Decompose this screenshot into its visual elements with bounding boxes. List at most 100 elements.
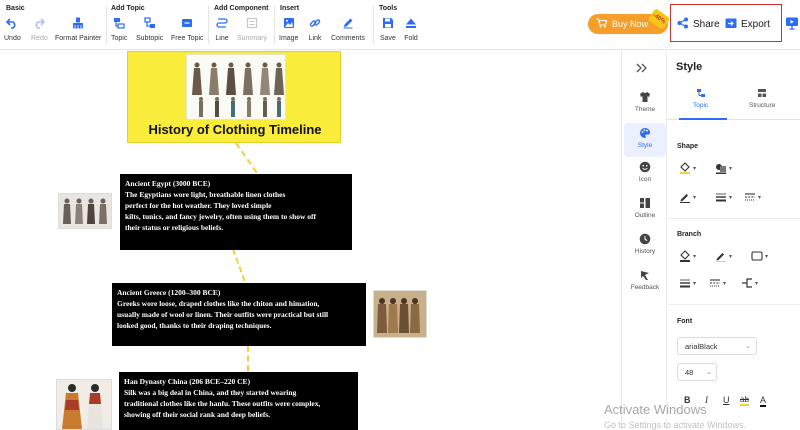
buy-now-button[interactable]: Buy Now -40% xyxy=(588,8,671,34)
branch-weight-dropdown[interactable]: ▾ xyxy=(679,277,696,289)
topic-node-han-china[interactable]: Han Dynasty China (206 BCE–220 CE) Silk … xyxy=(119,372,358,430)
line-dash-icon xyxy=(710,279,720,287)
branch-shape-dropdown[interactable]: ▾ xyxy=(751,250,768,262)
image-button[interactable]: Image xyxy=(279,16,298,48)
caret-down-icon: ▾ xyxy=(729,194,733,201)
topic-icon xyxy=(112,16,126,30)
fold-label: Fold xyxy=(404,35,418,42)
topic-label: Topic xyxy=(111,35,128,42)
central-topic[interactable]: History of Clothing Timeline xyxy=(127,51,341,143)
topic-node-egypt[interactable]: Ancient Egypt (3000 BCE) The Egyptians w… xyxy=(120,174,352,250)
rail-item-history[interactable]: History xyxy=(624,233,666,267)
panel-title: Style xyxy=(676,61,703,73)
connector-style-icon xyxy=(742,278,752,288)
topic-text-line: their status or religious beliefs. xyxy=(125,223,224,232)
border-weight-dropdown[interactable]: ▾ xyxy=(715,191,732,203)
topic-image-egypt[interactable] xyxy=(58,193,112,229)
export-label: Export xyxy=(741,19,770,30)
toolbar: Basic Undo Redo Format Painter Add Topic… xyxy=(0,0,800,50)
link-button[interactable]: Link xyxy=(308,16,322,48)
rail-item-label: Theme xyxy=(634,106,656,113)
presentation-icon xyxy=(786,17,798,30)
caret-down-icon: ▾ xyxy=(693,165,697,172)
group-title-tools: Tools xyxy=(379,5,398,12)
topic-image-han-china[interactable] xyxy=(56,379,112,430)
line-button[interactable]: Line xyxy=(215,16,229,48)
link-label: Link xyxy=(308,35,322,42)
toolbar-divider xyxy=(274,6,275,44)
font-color-button[interactable]: A xyxy=(760,395,767,407)
branch-line-color-dropdown[interactable]: ▾ xyxy=(715,250,732,262)
branch-dash-dropdown[interactable]: ▾ xyxy=(709,277,726,289)
caret-down-icon: ▾ xyxy=(755,280,759,287)
border-color-dropdown[interactable]: ▾ xyxy=(679,191,696,203)
image-icon xyxy=(282,16,296,30)
caret-down-icon: ▾ xyxy=(723,280,727,287)
summary-button[interactable]: Summary xyxy=(237,16,267,48)
redo-label: Redo xyxy=(31,35,48,42)
font-size-select[interactable]: 48 ⌄ xyxy=(677,363,717,381)
shirt-icon xyxy=(640,92,650,102)
share-label: Share xyxy=(693,19,720,30)
export-button[interactable]: Export xyxy=(725,17,770,32)
undo-button[interactable]: Undo xyxy=(4,16,21,48)
branch-fill-dropdown[interactable]: ▾ xyxy=(679,250,696,262)
share-button[interactable]: Share xyxy=(677,17,720,32)
rail-item-style[interactable]: Style xyxy=(624,123,666,157)
save-button[interactable]: Save xyxy=(380,16,396,48)
rail-item-feedback[interactable]: Feedback xyxy=(624,269,666,303)
rail-item-icon[interactable]: Icon xyxy=(624,161,666,195)
presentation-button[interactable] xyxy=(785,16,799,30)
central-topic-image[interactable] xyxy=(186,54,286,120)
mind-map-canvas[interactable]: History of Clothing Timeline Ancient Egy… xyxy=(0,51,620,430)
redo-button[interactable]: Redo xyxy=(31,16,48,48)
caret-down-icon: ▾ xyxy=(729,253,733,260)
summary-icon xyxy=(245,16,259,30)
caret-down-icon: ▾ xyxy=(693,253,697,260)
shape-icon xyxy=(716,164,726,174)
rail-item-theme[interactable]: Theme xyxy=(624,91,666,125)
font-size-value: 48 xyxy=(685,368,694,377)
tab-structure-label: Structure xyxy=(749,102,776,109)
topic-button[interactable]: Topic xyxy=(111,16,127,48)
format-painter-button[interactable]: Format Painter xyxy=(55,16,101,48)
topic-text-line: Greeks wore loose, draped clothes like t… xyxy=(117,299,320,308)
topic-text-line: looked good, thanks to their draping tec… xyxy=(117,321,272,330)
underline-button[interactable]: U xyxy=(723,395,730,405)
line-weight-icon xyxy=(680,279,690,288)
border-dash-dropdown[interactable]: ▾ xyxy=(744,191,761,203)
strikethrough-button[interactable]: ab xyxy=(740,395,749,406)
fill-color-dropdown[interactable]: ▾ xyxy=(679,162,696,174)
topic-node-greece[interactable]: Ancient Greece (1200–300 BCE) Greeks wor… xyxy=(112,283,366,346)
section-divider xyxy=(667,304,800,305)
rail-item-label: Feedback xyxy=(630,284,660,291)
subtopic-button[interactable]: Subtopic xyxy=(136,16,163,48)
double-chevron-right-icon xyxy=(636,63,647,73)
topic-title: Ancient Egypt (3000 BCE) xyxy=(125,179,211,188)
group-title-add-component: Add Component xyxy=(214,5,269,12)
shape-style-dropdown[interactable]: ▾ xyxy=(715,162,732,174)
toolbar-divider xyxy=(106,6,107,44)
collapse-panel-button[interactable] xyxy=(636,61,648,76)
tab-topic[interactable]: Topic xyxy=(693,88,708,109)
font-family-select[interactable]: arialBlack ⌄ xyxy=(677,337,757,355)
fold-button[interactable]: Fold xyxy=(404,16,418,48)
caret-down-icon: ▾ xyxy=(693,280,697,287)
paint-bucket-icon xyxy=(680,250,690,262)
topic-image-greece[interactable] xyxy=(373,290,427,338)
fold-icon xyxy=(404,16,418,30)
summary-label: Summary xyxy=(237,35,267,42)
pencil-icon xyxy=(341,16,355,30)
toolbar-divider xyxy=(373,6,374,44)
comments-button[interactable]: Comments xyxy=(331,16,365,48)
branch-connector-style-dropdown[interactable]: ▾ xyxy=(741,277,758,289)
tab-structure[interactable]: Structure xyxy=(749,88,775,109)
free-topic-button[interactable]: Free Topic xyxy=(171,16,204,48)
tab-topic-label: Topic xyxy=(693,102,709,109)
pen-icon xyxy=(680,194,690,203)
free-topic-icon xyxy=(180,16,194,30)
format-painter-label: Format Painter xyxy=(55,35,102,42)
palette-icon xyxy=(640,128,650,138)
rail-item-outline[interactable]: Outline xyxy=(624,197,666,231)
caret-down-icon: ▾ xyxy=(758,194,762,201)
